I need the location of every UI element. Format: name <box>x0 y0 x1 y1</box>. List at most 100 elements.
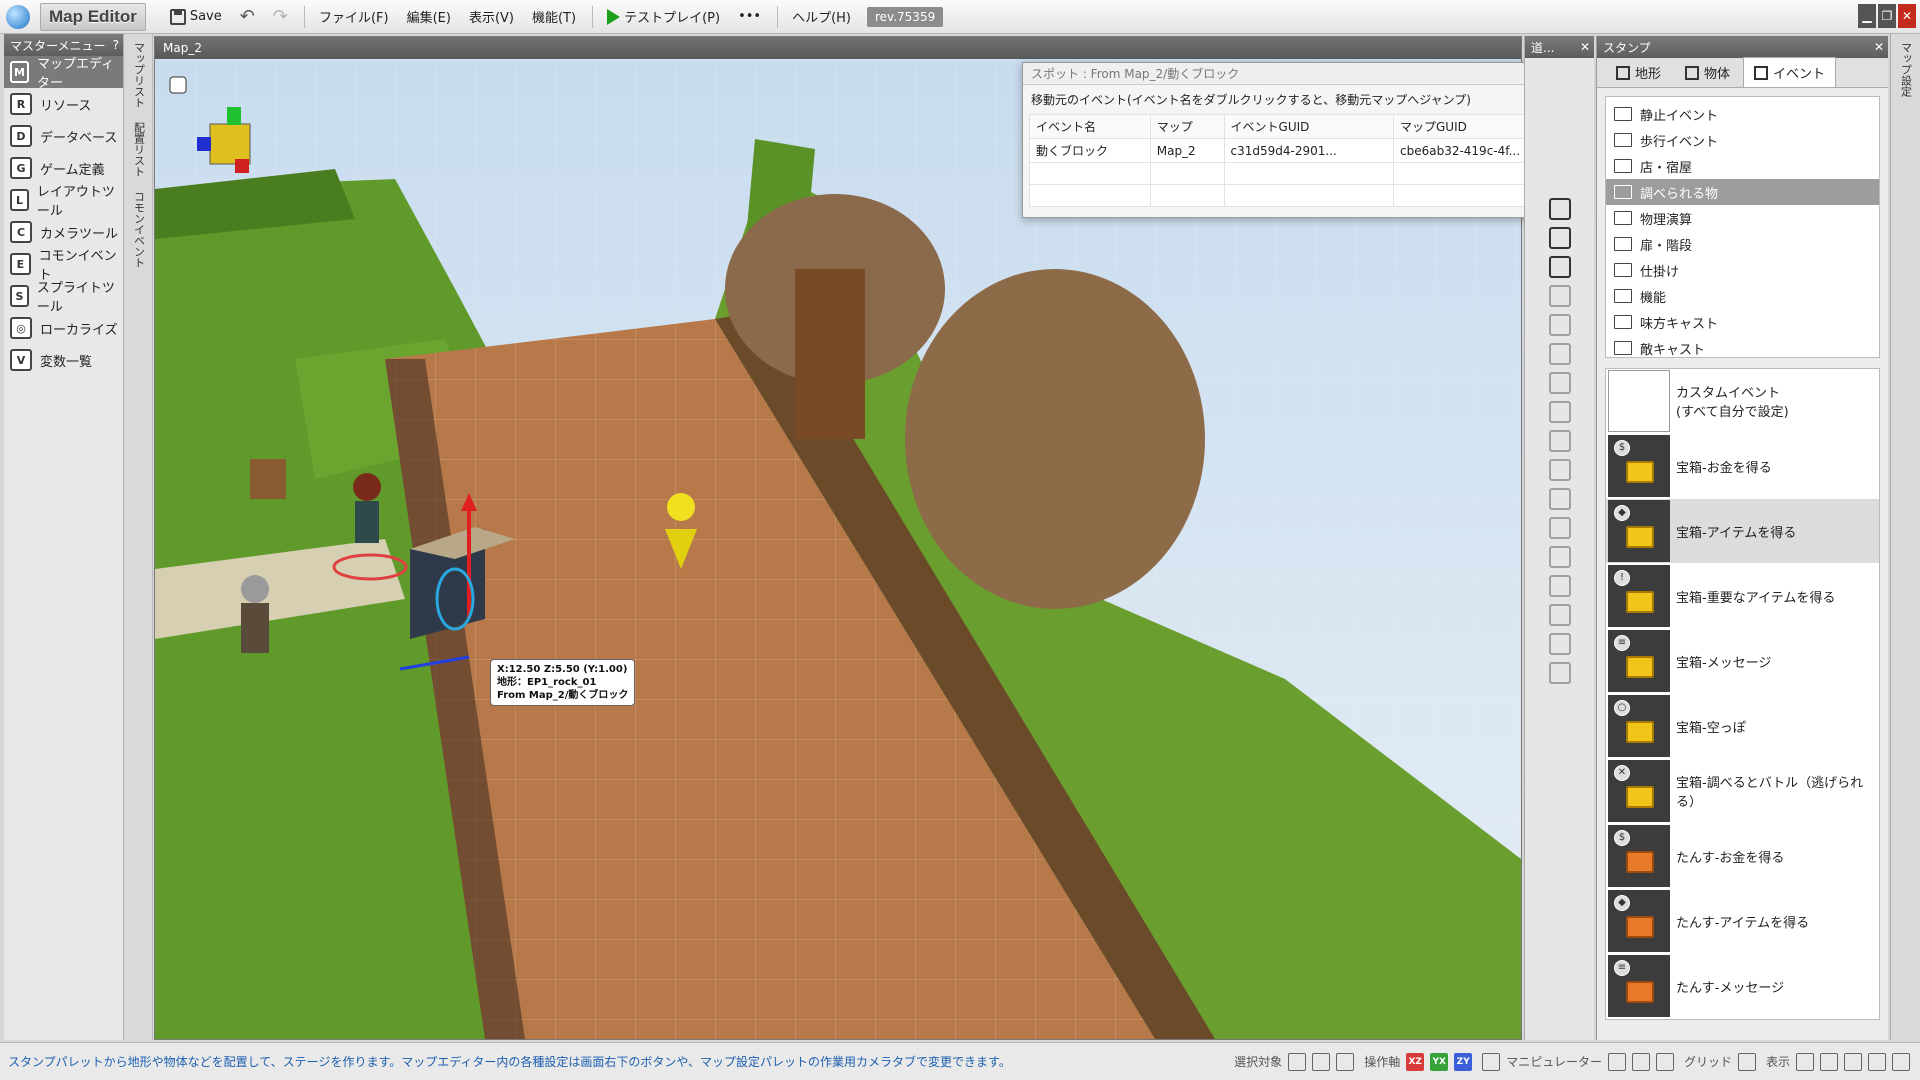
scale-gizmo-icon[interactable] <box>1655 1052 1674 1071</box>
tab-map-list[interactable]: マップリスト <box>131 36 147 114</box>
tab-common-event[interactable]: コモンイベント <box>131 185 147 274</box>
menu-help[interactable]: ヘルプ(H) <box>784 3 859 30</box>
tab-event[interactable]: イベント <box>1743 57 1837 87</box>
maximize-button[interactable]: ❐ <box>1878 4 1896 28</box>
target-icon[interactable] <box>1548 604 1571 626</box>
close-window-button[interactable]: ✕ <box>1898 4 1916 28</box>
display-light-icon[interactable] <box>1868 1052 1886 1071</box>
rotate-icon[interactable] <box>1548 401 1571 423</box>
event-pin[interactable] <box>667 493 695 521</box>
folder-item[interactable]: 扉・階段 <box>1606 231 1879 257</box>
master-menu-item[interactable]: M マップエディター <box>4 56 123 91</box>
event-stamp-item[interactable]: ✕ 宝箱-調べるとバトル（逃げられる） <box>1606 759 1879 824</box>
save-button[interactable]: Save <box>162 5 230 29</box>
axis-xz-button[interactable]: XZ <box>1406 1052 1425 1071</box>
folder-item[interactable]: 調べられる物 <box>1606 179 1879 205</box>
folder-item[interactable]: 歩行イベント <box>1606 127 1879 153</box>
event-stamp-item[interactable]: ≡ たんす-メッセージ <box>1606 954 1879 1019</box>
testplay-button[interactable]: テストプレイ(P) <box>599 3 728 30</box>
menu-view[interactable]: 表示(V) <box>461 3 522 30</box>
master-menu-item[interactable]: D データベース <box>4 120 123 152</box>
tab-placement-list[interactable]: 配置リスト <box>131 116 147 183</box>
eyedropper-icon[interactable] <box>1548 227 1571 249</box>
master-menu-help-button[interactable]: ? <box>113 38 119 52</box>
cube-y-face[interactable] <box>227 107 241 125</box>
npc-icon[interactable] <box>1548 575 1571 597</box>
column-header[interactable]: マップ <box>1149 114 1225 139</box>
display-object-icon[interactable] <box>1820 1052 1838 1071</box>
master-menu-item[interactable]: V 変数一覧 <box>4 344 123 376</box>
menu-edit[interactable]: 編集(E) <box>399 3 459 30</box>
menu-file[interactable]: ファイル(F) <box>311 3 397 30</box>
undo-button[interactable]: ↶ <box>232 2 263 31</box>
more-button[interactable]: ••• <box>730 5 769 28</box>
cube-x-face[interactable] <box>235 159 249 173</box>
master-menu-item[interactable]: R リソース <box>4 88 123 120</box>
folder-item[interactable]: 物理演算 <box>1606 205 1879 231</box>
master-menu-item[interactable]: G ゲーム定義 <box>4 152 123 184</box>
stack-icon[interactable] <box>1548 546 1571 568</box>
display-event-icon[interactable] <box>1844 1052 1862 1071</box>
folder-item[interactable]: 味方キャスト <box>1606 309 1879 335</box>
folder-item[interactable]: 静止イベント <box>1606 101 1879 127</box>
axis-zy-button[interactable]: ZY <box>1454 1052 1473 1071</box>
master-menu-item[interactable]: E コモンイベント <box>4 248 123 283</box>
paint-brush-icon[interactable] <box>1548 198 1571 220</box>
manipulator-icon[interactable] <box>1482 1052 1501 1071</box>
display-camera-icon[interactable] <box>1892 1052 1910 1071</box>
master-menu-item[interactable]: S スプライトツール <box>4 280 123 315</box>
variable-list-icon: V <box>10 349 32 371</box>
folder-item[interactable]: 敵キャスト <box>1606 335 1879 361</box>
copy-icon[interactable] <box>1548 459 1571 481</box>
house-icon[interactable] <box>1548 256 1571 278</box>
object-select-icon[interactable] <box>1312 1052 1331 1071</box>
stamp-tab-bar: 地形 物体 イベント <box>1597 57 1888 88</box>
event-stamp-item[interactable]: ○ 宝箱-空っぽ <box>1606 694 1879 759</box>
event-stamp-item[interactable]: ◆ たんす-アイテムを得る <box>1606 889 1879 954</box>
duplicate-icon[interactable] <box>1548 633 1571 655</box>
slope-icon[interactable] <box>1548 430 1571 452</box>
stamp-panel-close[interactable]: ✕ <box>1874 40 1884 54</box>
column-header[interactable]: イベントGUID <box>1223 114 1394 139</box>
flatten-icon[interactable] <box>1548 372 1571 394</box>
master-menu-item[interactable]: L レイアウトツール <box>4 184 123 219</box>
orientation-cube[interactable] <box>209 123 251 165</box>
redo-button[interactable]: ↷ <box>265 2 296 31</box>
display-grid-icon[interactable] <box>1796 1052 1814 1071</box>
lower-icon[interactable] <box>1548 314 1571 336</box>
event-stamp-item[interactable]: ≡ 宝箱-メッセージ <box>1606 629 1879 694</box>
move-gizmo-icon[interactable] <box>1607 1052 1626 1071</box>
minimize-button[interactable]: ▁ <box>1858 4 1876 28</box>
trash-icon[interactable] <box>1548 662 1571 684</box>
folder-item[interactable]: 店・宿屋 <box>1606 153 1879 179</box>
paste-icon[interactable] <box>1548 488 1571 510</box>
tab-object[interactable]: 物体 <box>1674 57 1741 87</box>
event-select-icon[interactable] <box>1336 1052 1355 1071</box>
terrain-select-icon[interactable] <box>1288 1052 1307 1071</box>
tab-terrain[interactable]: 地形 <box>1605 57 1672 87</box>
event-stamp-item[interactable]: $ たんす-お金を得る <box>1606 824 1879 889</box>
event-stamp-item[interactable]: $ 宝箱-お金を得る <box>1606 434 1879 499</box>
master-menu-item[interactable]: ◎ ローカライズ <box>4 312 123 344</box>
event-stamp-item[interactable]: カスタムイベント (すべて自分で設定) <box>1606 369 1879 434</box>
folder-item[interactable]: 仕掛け <box>1606 257 1879 283</box>
tool-palette-close[interactable]: ✕ <box>1580 40 1590 54</box>
smooth-icon[interactable] <box>1548 343 1571 365</box>
folder-item[interactable]: 機能 <box>1606 283 1879 309</box>
npc-old-man[interactable] <box>241 575 269 603</box>
axis-yx-button[interactable]: YX <box>1430 1052 1449 1071</box>
rotate-gizmo-icon[interactable] <box>1631 1052 1650 1071</box>
master-menu-item[interactable]: C カメラツール <box>4 216 123 248</box>
event-stamp-item[interactable]: ◆ 宝箱-アイテムを得る <box>1606 499 1879 564</box>
event-stamp-item[interactable]: ! 宝箱-重要なアイテムを得る <box>1606 564 1879 629</box>
cube-z-face[interactable] <box>197 137 211 151</box>
menu-tools[interactable]: 機能(T) <box>524 3 584 30</box>
column-header[interactable]: イベント名 <box>1029 114 1151 139</box>
tab-map-settings[interactable]: マップ設定 <box>1898 36 1914 103</box>
raise-icon[interactable] <box>1548 285 1571 307</box>
grid-toggle-icon[interactable] <box>1737 1052 1756 1071</box>
table-row[interactable]: 動くブロック Map_2 c31d59d4-2901... cbe6ab32-419c… <box>1029 138 1584 163</box>
layer-icon[interactable] <box>1548 517 1571 539</box>
hero-character[interactable] <box>353 473 381 501</box>
viewport-menu-button[interactable] <box>169 76 187 94</box>
